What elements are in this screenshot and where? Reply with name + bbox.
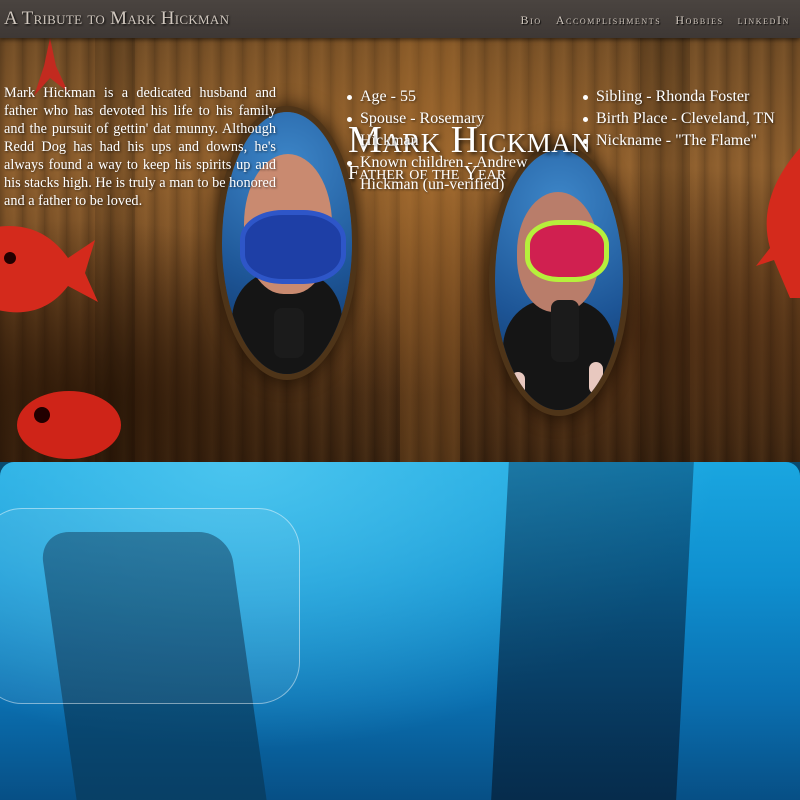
site-brand-link[interactable]: A Tribute to Mark Hickman: [4, 8, 229, 30]
dive-mask: [240, 210, 346, 284]
fact-age: Age - 55: [347, 86, 547, 108]
red-fish-icon: [756, 148, 800, 298]
regulator: [551, 300, 579, 362]
bio-paragraph: Mark Hickman is a dedicated husband and …: [4, 85, 276, 209]
fact-sibling: Sibling - Rhonda Foster: [583, 86, 793, 108]
diver-hand: [511, 372, 525, 404]
facts-list-right: Sibling - Rhonda Foster Birth Place - Cl…: [583, 86, 793, 152]
red-fish-icon: [0, 226, 98, 313]
fact-birthplace: Birth Place - Cleveland, TN: [583, 108, 793, 130]
shipwreck-silhouette: [491, 462, 694, 800]
nav-link-linkedin[interactable]: linkedIn: [738, 13, 790, 28]
diver-hand: [589, 362, 603, 394]
top-navbar: A Tribute to Mark Hickman Bio Accomplish…: [0, 0, 800, 38]
fact-spouse: Spouse - Rosemary Hickman: [347, 108, 547, 152]
nav-link-accomplishments[interactable]: Accomplishments: [556, 13, 662, 28]
bio-section: [0, 462, 800, 800]
red-fish-icon: [17, 391, 121, 459]
nav-link-bio[interactable]: Bio: [521, 13, 542, 28]
fact-children: Known children - Andrew Hickman (un-veri…: [347, 152, 547, 196]
bio-card: [0, 508, 300, 704]
nav-links: Bio Accomplishments Hobbies linkedIn: [521, 13, 791, 28]
facts-list-left: Age - 55 Spouse - Rosemary Hickman Known…: [347, 86, 547, 196]
regulator: [274, 308, 304, 358]
dive-mask: [525, 220, 609, 282]
nav-link-hobbies[interactable]: Hobbies: [675, 13, 723, 28]
fact-nickname: Nickname - "The Flame": [583, 130, 793, 152]
